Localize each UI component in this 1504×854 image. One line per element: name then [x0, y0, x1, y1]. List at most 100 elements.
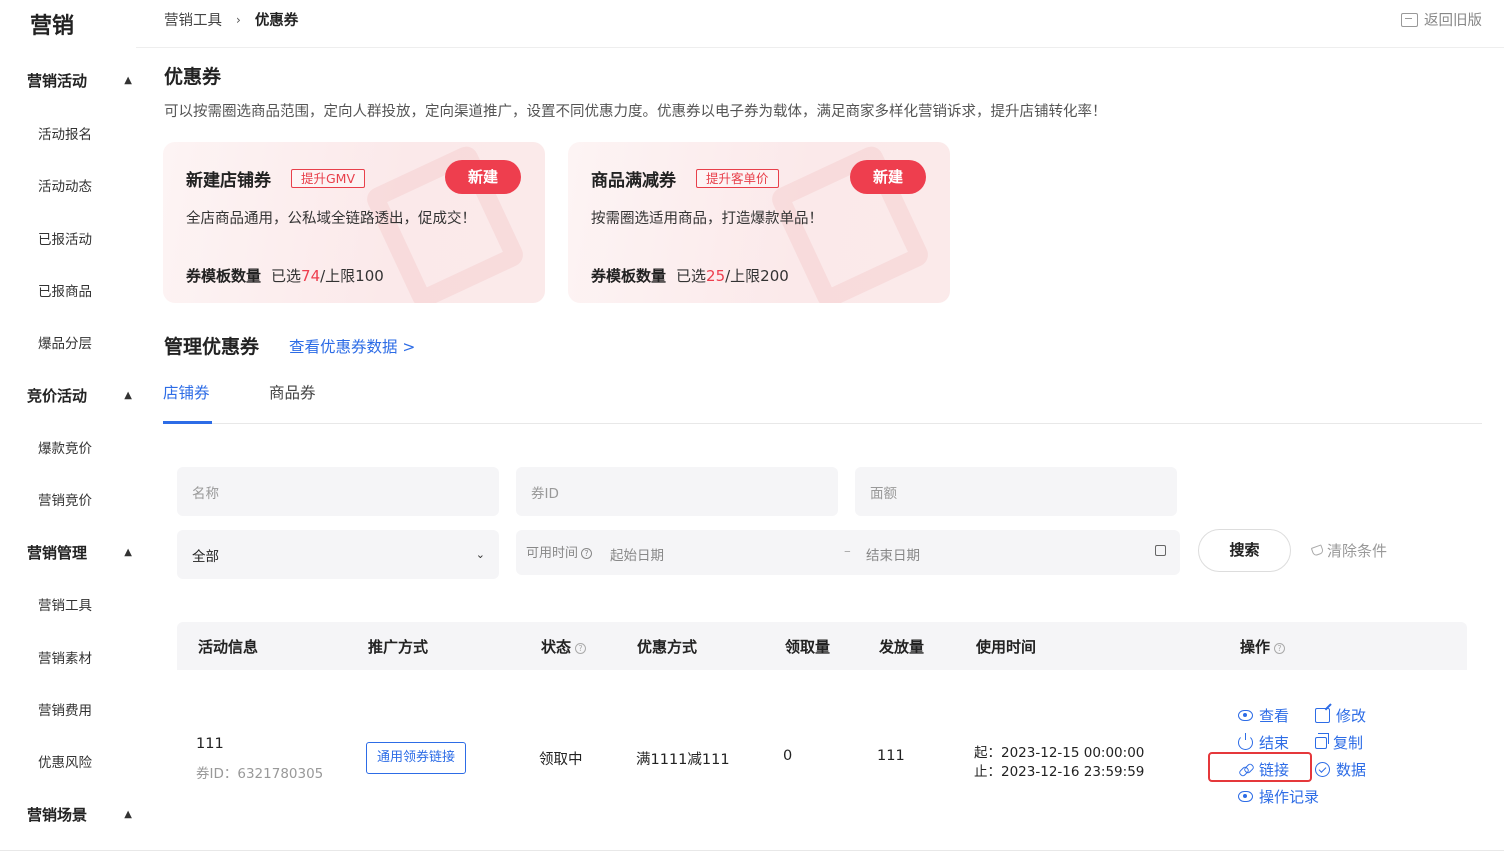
card-title: 商品满减券	[591, 171, 676, 191]
copy-action[interactable]: 复制	[1315, 732, 1363, 753]
nav-group-marketing-scenes[interactable]: 营销场景 ▲	[27, 800, 132, 828]
active-tab-indicator	[163, 421, 212, 424]
coupon-card-store: 新建店铺券 提升GMV 新建 全店商品通用，公私域全链路透出，促成交！ 券模板数…	[163, 142, 545, 303]
nav-group-label: 营销活动	[27, 71, 88, 90]
coupon-id-filter-placeholder: 券ID	[531, 485, 559, 502]
promotion-method-tag[interactable]: 通用领券链接	[366, 742, 466, 774]
data-label: 数据	[1336, 761, 1367, 779]
nav-group-bidding[interactable]: 竞价活动 ▲	[27, 381, 132, 409]
manage-coupons-title: 管理优惠券	[164, 336, 260, 358]
column-header-discount: 优惠方式	[637, 638, 698, 656]
clear-icon	[1310, 544, 1325, 557]
nav-item-registered-activity[interactable]: 已报活动	[38, 228, 92, 248]
quota-used: 74	[301, 267, 321, 285]
quota-prefix: 已选	[271, 267, 302, 285]
card-description: 全店商品通用，公私域全链路透出，促成交！	[186, 211, 476, 227]
usage-time-start: 起：2023-12-15 00:00:00	[974, 745, 1145, 761]
new-product-coupon-button[interactable]: 新建	[850, 160, 926, 194]
operation-log-action[interactable]: 操作记录	[1238, 786, 1319, 807]
column-header-promotion: 推广方式	[368, 638, 429, 656]
column-header-activity-info: 活动信息	[198, 638, 259, 656]
chevron-right-icon: ›	[236, 12, 241, 27]
bottom-divider	[0, 850, 1504, 851]
name-filter-placeholder: 名称	[192, 485, 219, 502]
link-action[interactable]: 链接	[1238, 759, 1289, 780]
nav-item-activity-signup[interactable]: 活动报名	[38, 123, 92, 143]
nav-item-discount-risk[interactable]: 优惠风险	[38, 751, 92, 771]
link-icon	[1238, 762, 1253, 777]
search-button[interactable]: 搜索	[1198, 529, 1291, 572]
nav-item-activity-news[interactable]: 活动动态	[38, 175, 92, 195]
start-date-input[interactable]: 起始日期	[610, 544, 664, 564]
nav-item-hot-tiers[interactable]: 爆品分层	[38, 332, 92, 352]
page-description: 可以按需圈选商品范围，定向人群投放，定向渠道推广，设置不同优惠力度。优惠券以电子…	[164, 104, 1107, 120]
back-to-old-version-button[interactable]: 返回旧版	[1401, 9, 1482, 30]
sidebar: 营销 营销活动 ▲ 活动报名 活动动态 已报活动 已报商品 爆品分层 竞价活动 …	[0, 0, 140, 854]
column-header-actions: 操作?	[1240, 636, 1286, 657]
date-separator: –	[844, 543, 851, 559]
column-header-issued: 发放量	[879, 638, 925, 656]
edit-action[interactable]: 修改	[1315, 705, 1366, 726]
view-label: 查看	[1259, 707, 1290, 725]
help-icon[interactable]: ?	[575, 643, 587, 654]
nav-item-marketing-tools[interactable]: 营销工具	[38, 594, 92, 614]
chevron-up-icon: ▲	[124, 546, 132, 558]
card-quota: 券模板数量 已选74/上限100	[186, 265, 384, 286]
quota-limit: /上限100	[320, 267, 384, 285]
nav-item-marketing-materials[interactable]: 营销素材	[38, 647, 92, 667]
nav-item-marketing-costs[interactable]: 营销费用	[38, 699, 92, 719]
nav-item-marketing-bidding[interactable]: 营销竞价	[38, 489, 92, 509]
breadcrumb-item-marketing-tools[interactable]: 营销工具	[164, 9, 222, 30]
date-range-picker[interactable]: 可用时间? 起始日期 – 结束日期	[516, 530, 1180, 575]
clear-filters-button[interactable]: 清除条件	[1310, 540, 1387, 561]
usage-time-end: 止：2023-12-16 23:59:59	[974, 764, 1145, 780]
end-date-input[interactable]: 结束日期	[866, 544, 920, 564]
back-to-old-version-label: 返回旧版	[1424, 13, 1482, 29]
breadcrumb-item-current: 优惠券	[254, 13, 299, 29]
chevron-up-icon: ▲	[124, 808, 132, 820]
column-header-claimed: 领取量	[785, 638, 831, 656]
nav-group-marketing-activity[interactable]: 营销活动 ▲	[27, 66, 132, 94]
nav-item-hot-bidding[interactable]: 爆款竞价	[38, 437, 92, 457]
amount-filter-placeholder: 面额	[870, 485, 897, 502]
amount-filter-input[interactable]: 面额	[855, 467, 1177, 516]
operation-log-label: 操作记录	[1259, 788, 1320, 806]
claimed-count: 0	[783, 748, 793, 764]
discount-method: 满1111减111	[636, 752, 730, 768]
card-description: 按需圈选适用商品，打造爆款单品！	[591, 211, 823, 227]
quota-label: 券模板数量	[591, 267, 667, 285]
end-label: 结束	[1259, 734, 1290, 752]
tab-product-coupon[interactable]: 商品券	[269, 381, 316, 403]
data-action[interactable]: 数据	[1315, 759, 1366, 780]
chevron-up-icon: ▲	[124, 74, 132, 86]
status-select[interactable]: 全部 ⌄	[177, 530, 499, 579]
nav-item-registered-goods[interactable]: 已报商品	[38, 280, 92, 300]
new-store-coupon-button[interactable]: 新建	[445, 160, 521, 194]
view-action[interactable]: 查看	[1238, 705, 1289, 726]
card-tag: 提升GMV	[291, 169, 366, 188]
coupon-id: 券ID：6321780305	[196, 766, 324, 782]
tab-store-coupon[interactable]: 店铺券	[163, 381, 210, 403]
calendar-icon[interactable]	[1155, 545, 1166, 556]
nav-group-marketing-management[interactable]: 营销管理 ▲	[27, 538, 132, 566]
nav-group-label: 营销管理	[27, 543, 88, 562]
coupon-card-product: 商品满减券 提升客单价 新建 按需圈选适用商品，打造爆款单品！ 券模板数量 已选2…	[568, 142, 950, 303]
help-icon[interactable]: ?	[1274, 643, 1286, 654]
date-range-label: 可用时间?	[526, 542, 593, 561]
eye-icon	[1238, 710, 1253, 721]
column-header-usage-time: 使用时间	[976, 638, 1037, 656]
chevron-down-icon: ⌄	[475, 548, 485, 561]
quota-prefix: 已选	[676, 267, 707, 285]
eye-icon	[1238, 791, 1253, 802]
end-action[interactable]: 结束	[1238, 732, 1289, 753]
table-header: 活动信息 推广方式 状态? 优惠方式 领取量 发放量 使用时间 操作?	[177, 622, 1467, 670]
coupon-id-filter-input[interactable]: 券ID	[516, 467, 838, 516]
chart-icon	[1315, 762, 1330, 777]
view-coupon-data-link[interactable]: 查看优惠券数据 >	[289, 335, 415, 357]
help-icon: ?	[581, 548, 593, 559]
name-filter-input[interactable]: 名称	[177, 467, 499, 516]
nav-group-label: 营销场景	[27, 805, 88, 824]
tabs-divider	[163, 423, 1482, 424]
edit-label: 修改	[1336, 707, 1367, 725]
copy-icon	[1315, 732, 1329, 749]
